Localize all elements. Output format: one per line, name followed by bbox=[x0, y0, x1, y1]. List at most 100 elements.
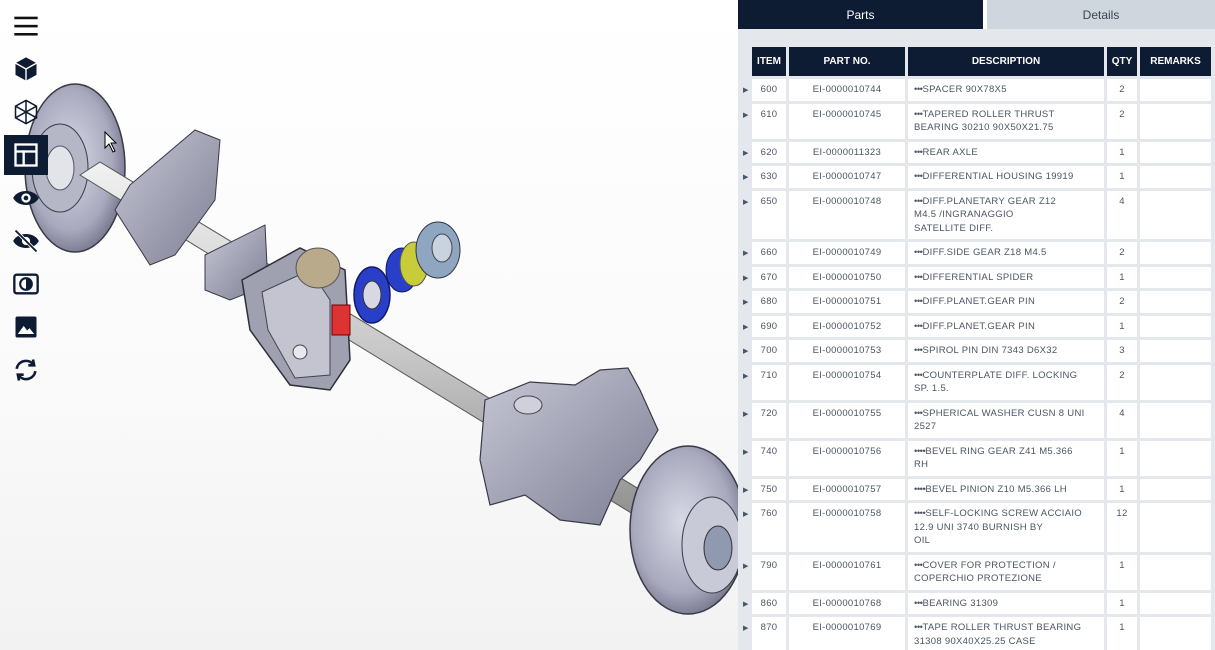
background-image-button[interactable] bbox=[4, 307, 48, 347]
wireframe-view-button[interactable] bbox=[4, 92, 48, 132]
qty-cell: 4 bbox=[1107, 402, 1137, 438]
table-row[interactable]: 660 EI-0000010749 •••DIFF.SIDE GEAR Z18 M4… bbox=[752, 242, 1211, 264]
table-row[interactable]: 750 EI-0000010757 ••••BEVEL PINION Z10 M5.… bbox=[752, 478, 1211, 500]
remarks-cell bbox=[1140, 364, 1211, 400]
row-expand-arrow-icon[interactable]: ▶ bbox=[743, 624, 748, 632]
row-expand-arrow-icon[interactable]: ▶ bbox=[743, 86, 748, 94]
table-row[interactable]: 610 EI-0000010745 •••TAPERED ROLLER THRUST… bbox=[752, 103, 1211, 139]
reset-view-button[interactable] bbox=[4, 350, 48, 390]
table-header-row: ITEM PART NO. DESCRIPTION QTY REMARKS bbox=[752, 47, 1211, 76]
row-expand-arrow-icon[interactable]: ▶ bbox=[743, 323, 748, 331]
axle-assembly-model[interactable] bbox=[0, 0, 738, 650]
table-row[interactable]: 650 EI-0000010748 •••DIFF.PLANETARY GEAR Z… bbox=[752, 190, 1211, 239]
item-cell: 670 bbox=[752, 266, 786, 288]
remarks-cell bbox=[1140, 242, 1211, 264]
remarks-cell bbox=[1140, 141, 1211, 163]
3d-viewer[interactable] bbox=[0, 0, 738, 650]
description-text: BEVEL RING GEAR Z41 M5.366 RH bbox=[914, 445, 1073, 471]
parts-table-button[interactable] bbox=[4, 135, 48, 175]
table-row[interactable]: 680 EI-0000010751 •••DIFF.PLANET.GEAR PIN 2 bbox=[752, 291, 1211, 313]
remarks-cell bbox=[1140, 592, 1211, 614]
description-cell: •••DIFF.SIDE GEAR Z18 M4.5 bbox=[908, 242, 1104, 264]
panel-tabs: Parts Details bbox=[738, 0, 1215, 29]
table-row[interactable]: 710 EI-0000010754 •••COUNTERPLATE DIFF. LO… bbox=[752, 364, 1211, 400]
description-text: BEVEL PINION Z10 M5.366 LH bbox=[925, 483, 1067, 495]
remarks-cell bbox=[1140, 315, 1211, 337]
description-text: DIFF.PLANET.GEAR PIN bbox=[922, 296, 1036, 307]
part-no-cell: EI-0000010769 bbox=[789, 617, 905, 650]
qty-cell: 1 bbox=[1107, 315, 1137, 337]
table-row[interactable]: 740 EI-0000010756 ••••BEVEL RING GEAR Z41 … bbox=[752, 440, 1211, 476]
description-text: DIFF.PLANETARY GEAR Z12 M4.5 /INGRANAGGI… bbox=[914, 195, 1057, 234]
description-text: BEARING 31309 bbox=[922, 597, 999, 609]
table-row[interactable]: 620 EI-0000011323 •••REAR AXLE 1 bbox=[752, 141, 1211, 163]
table-row[interactable]: 790 EI-0000010761 •••COVER FOR PROTECTION … bbox=[752, 554, 1211, 590]
row-expand-arrow-icon[interactable]: ▶ bbox=[743, 486, 748, 494]
part-no-cell: EI-0000010755 bbox=[789, 402, 905, 438]
table-row[interactable]: 720 EI-0000010755 •••SPHERICAL WASHER CUSN… bbox=[752, 402, 1211, 438]
contrast-button[interactable] bbox=[4, 264, 48, 304]
row-expand-arrow-icon[interactable]: ▶ bbox=[743, 410, 748, 418]
item-cell: 860 bbox=[752, 592, 786, 614]
qty-cell: 12 bbox=[1107, 503, 1137, 552]
description-text: COUNTERPLATE DIFF. LOCKING SP. 1.5. bbox=[914, 369, 1078, 395]
table-row[interactable]: 700 EI-0000010753 •••SPIROL PIN DIN 7343 D… bbox=[752, 340, 1211, 362]
table-row[interactable]: 860 EI-0000010768 •••BEARING 31309 1 bbox=[752, 592, 1211, 614]
parts-panel: Parts Details ITEM PART NO. DESCRIPTION … bbox=[738, 0, 1215, 650]
show-parts-button[interactable] bbox=[4, 178, 48, 218]
row-expand-arrow-icon[interactable]: ▶ bbox=[743, 510, 748, 518]
table-row[interactable]: 670 EI-0000010750 •••DIFFERENTIAL SPIDER 1 bbox=[752, 266, 1211, 288]
hide-parts-button[interactable] bbox=[4, 221, 48, 261]
description-text: SPHERICAL WASHER CUSN 8 UNI 2527 bbox=[914, 407, 1085, 433]
table-layout-icon bbox=[14, 143, 38, 167]
row-expand-arrow-icon[interactable]: ▶ bbox=[743, 249, 748, 257]
description-text: SPACER 90X78X5 bbox=[922, 84, 1007, 95]
table-row[interactable]: 690 EI-0000010752 •••DIFF.PLANET.GEAR PIN 1 bbox=[752, 315, 1211, 337]
table-row[interactable]: 760 EI-0000010758 ••••SELF-LOCKING SCREW A… bbox=[752, 503, 1211, 552]
tab-details[interactable]: Details bbox=[987, 0, 1215, 29]
header-item[interactable]: ITEM bbox=[752, 47, 786, 76]
row-expand-arrow-icon[interactable]: ▶ bbox=[743, 274, 748, 282]
row-expand-arrow-icon[interactable]: ▶ bbox=[743, 600, 748, 608]
row-expand-arrow-icon[interactable]: ▶ bbox=[743, 111, 748, 119]
header-part-no[interactable]: PART NO. bbox=[789, 47, 905, 76]
header-description[interactable]: DESCRIPTION bbox=[908, 47, 1104, 76]
row-expand-arrow-icon[interactable]: ▶ bbox=[743, 448, 748, 456]
part-no-cell: EI-0000010751 bbox=[789, 291, 905, 313]
remarks-cell bbox=[1140, 402, 1211, 438]
parts-table-container[interactable]: ITEM PART NO. DESCRIPTION QTY REMARKS 60… bbox=[738, 29, 1215, 650]
description-text: SELF-LOCKING SCREW ACCIAIO 12.9 UNI 3740… bbox=[914, 508, 1082, 546]
description-cell: ••••SELF-LOCKING SCREW ACCIAIO 12.9 UNI … bbox=[908, 503, 1104, 552]
indent-dots: •••• bbox=[914, 508, 926, 519]
item-cell: 690 bbox=[752, 315, 786, 337]
table-row[interactable]: 600 EI-0000010744 •••SPACER 90X78X5 2 bbox=[752, 79, 1211, 101]
row-expand-arrow-icon[interactable]: ▶ bbox=[743, 298, 748, 306]
qty-cell: 1 bbox=[1107, 617, 1137, 650]
menu-button[interactable] bbox=[4, 6, 48, 46]
qty-cell: 1 bbox=[1107, 478, 1137, 500]
row-expand-arrow-icon[interactable]: ▶ bbox=[743, 198, 748, 206]
part-no-cell: EI-0000010757 bbox=[789, 478, 905, 500]
row-expand-arrow-icon[interactable]: ▶ bbox=[743, 173, 748, 181]
description-cell: •••TAPERED ROLLER THRUST BEARING 30210 9… bbox=[908, 103, 1104, 139]
indent-dots: •••• bbox=[914, 445, 926, 457]
solid-view-button[interactable] bbox=[4, 49, 48, 89]
description-cell: •••DIFFERENTIAL SPIDER bbox=[908, 266, 1104, 288]
item-cell: 610 bbox=[752, 103, 786, 139]
row-expand-arrow-icon[interactable]: ▶ bbox=[743, 372, 748, 380]
remarks-cell bbox=[1140, 554, 1211, 590]
row-expand-arrow-icon[interactable]: ▶ bbox=[743, 149, 748, 157]
description-cell: •••COVER FOR PROTECTION / COPERCHIO PROT… bbox=[908, 554, 1104, 590]
description-cell: •••SPIROL PIN DIN 7343 D6X32 bbox=[908, 340, 1104, 362]
header-qty[interactable]: QTY bbox=[1107, 47, 1137, 76]
row-expand-arrow-icon[interactable]: ▶ bbox=[743, 347, 748, 355]
table-row[interactable]: 870 EI-0000010769 •••TAPE ROLLER THRUST BE… bbox=[752, 617, 1211, 650]
row-expand-arrow-icon[interactable]: ▶ bbox=[743, 562, 748, 570]
eye-icon bbox=[13, 191, 39, 205]
table-row[interactable]: 630 EI-0000010747 •••DIFFERENTIAL HOUSING … bbox=[752, 166, 1211, 188]
app-root: Parts Details ITEM PART NO. DESCRIPTION … bbox=[0, 0, 1215, 650]
header-remarks[interactable]: REMARKS bbox=[1140, 47, 1211, 76]
tab-parts[interactable]: Parts bbox=[738, 0, 983, 29]
part-no-cell: EI-0000010758 bbox=[789, 503, 905, 552]
description-text: TAPE ROLLER THRUST BEARING 31308 90X40X2… bbox=[914, 622, 1082, 647]
